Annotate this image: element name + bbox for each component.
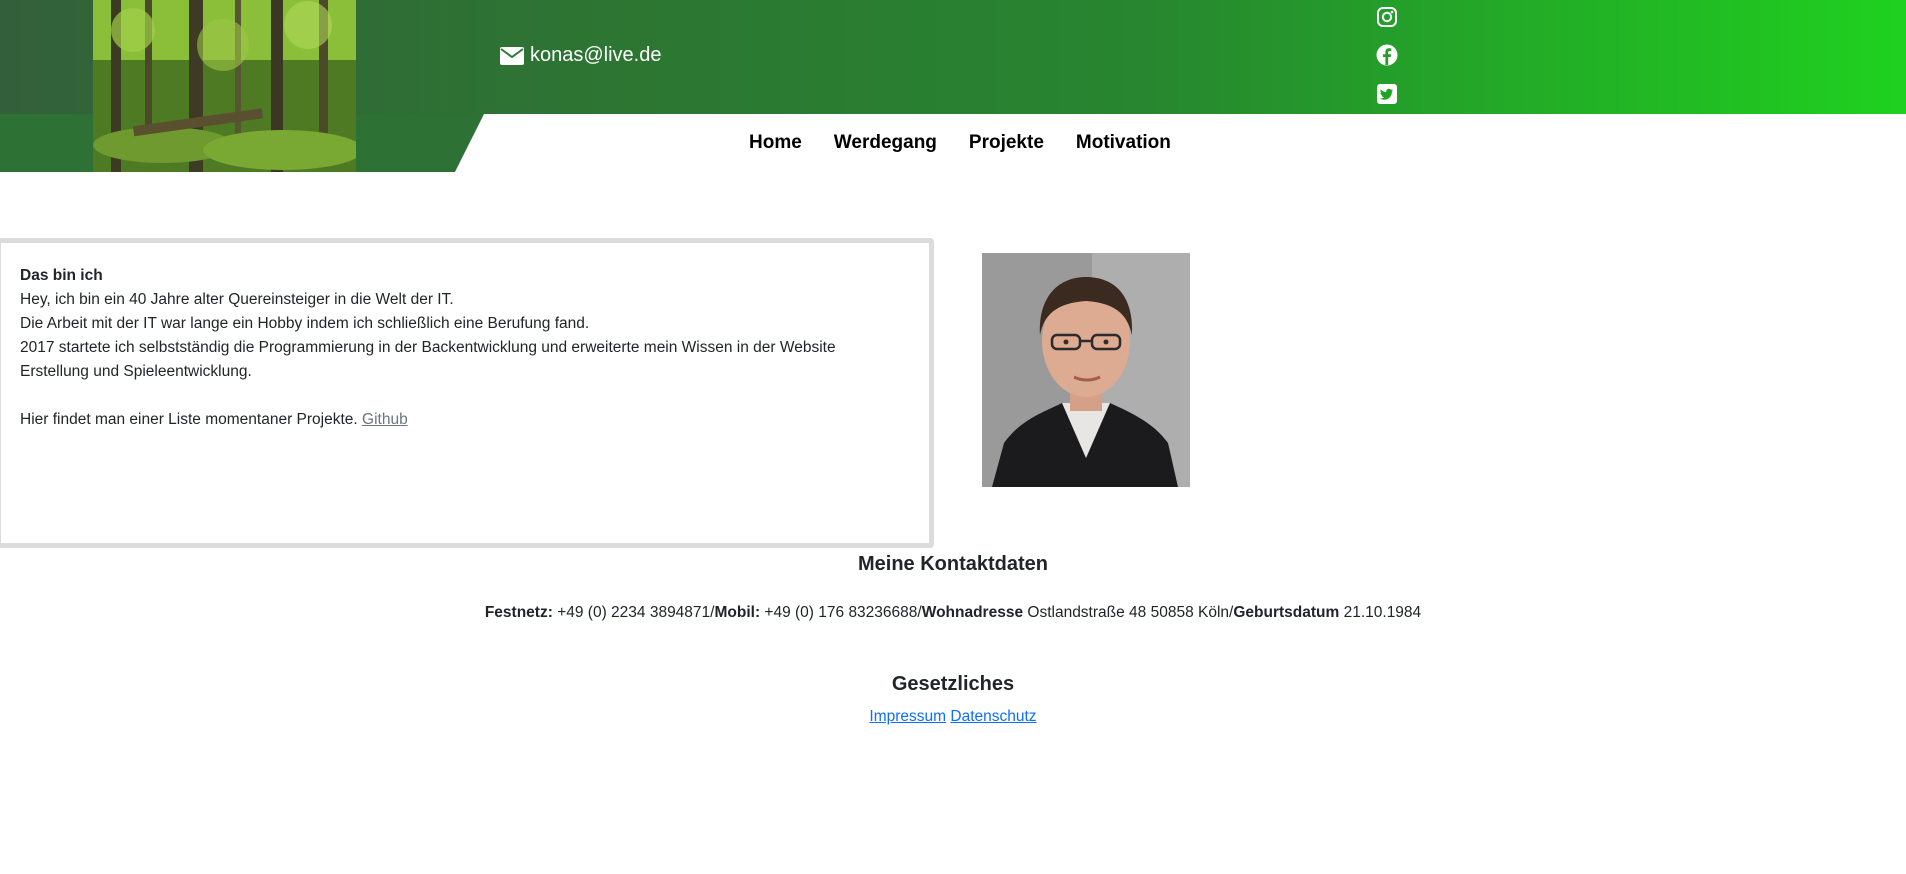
legal-heading: Gesetzliches bbox=[891, 673, 1015, 695]
nav-item-werdegang[interactable]: Werdegang bbox=[834, 132, 937, 154]
about-line-2: Die Arbeit mit der IT war lange ein Hobb… bbox=[20, 315, 590, 332]
twitter-icon[interactable] bbox=[1376, 83, 1398, 105]
email-text: konas@live.de bbox=[530, 44, 662, 66]
email-link[interactable]: konas@live.de bbox=[500, 44, 661, 67]
contact-heading: Meine Kontaktdaten bbox=[857, 553, 1049, 575]
birthday-value: 21.10.1984 bbox=[1343, 604, 1422, 621]
nav-item-home[interactable]: Home bbox=[749, 132, 802, 154]
instagram-icon[interactable] bbox=[1376, 6, 1398, 28]
birthday-label: Geburtsdatum bbox=[1233, 604, 1340, 621]
mobile-value: +49 (0) 176 83236688 bbox=[764, 604, 918, 621]
impressum-link[interactable]: Impressum bbox=[869, 708, 946, 725]
contact-details: Festnetz: +49 (0) 2234 3894871/Mobil: +4… bbox=[0, 604, 1906, 622]
about-heading: Das bin ich bbox=[20, 267, 103, 284]
facebook-icon[interactable] bbox=[1376, 44, 1398, 66]
address-value: Ostlandstraße 48 50858 Köln bbox=[1027, 604, 1230, 621]
main-nav: Home Werdegang Projekte Motivation bbox=[749, 132, 1171, 154]
envelope-icon bbox=[500, 46, 524, 65]
forest-logo-image[interactable] bbox=[93, 0, 356, 172]
projects-text: Hier findet man einer Liste momentaner P… bbox=[20, 411, 358, 428]
datenschutz-link[interactable]: Datenschutz bbox=[950, 708, 1036, 725]
landline-label: Festnetz: bbox=[484, 604, 553, 621]
projects-line: Hier findet man einer Liste momentaner P… bbox=[20, 408, 929, 432]
landline-value: +49 (0) 2234 3894871 bbox=[557, 604, 711, 621]
nav-item-motivation[interactable]: Motivation bbox=[1076, 132, 1171, 154]
profile-photo bbox=[982, 253, 1190, 487]
legal-links: Impressum Datenschutz bbox=[0, 708, 1906, 726]
address-label: Wohnadresse bbox=[921, 604, 1024, 621]
nav-item-projekte[interactable]: Projekte bbox=[969, 132, 1044, 154]
mobile-label: Mobil: bbox=[714, 604, 761, 621]
about-card: Das bin ich Hey, ich bin ein 40 Jahre al… bbox=[0, 238, 934, 548]
github-link[interactable]: Github bbox=[362, 411, 408, 428]
about-line-3: 2017 startete ich selbstständig die Prog… bbox=[20, 339, 836, 380]
about-line-1: Hey, ich bin ein 40 Jahre alter Quereins… bbox=[20, 291, 454, 308]
